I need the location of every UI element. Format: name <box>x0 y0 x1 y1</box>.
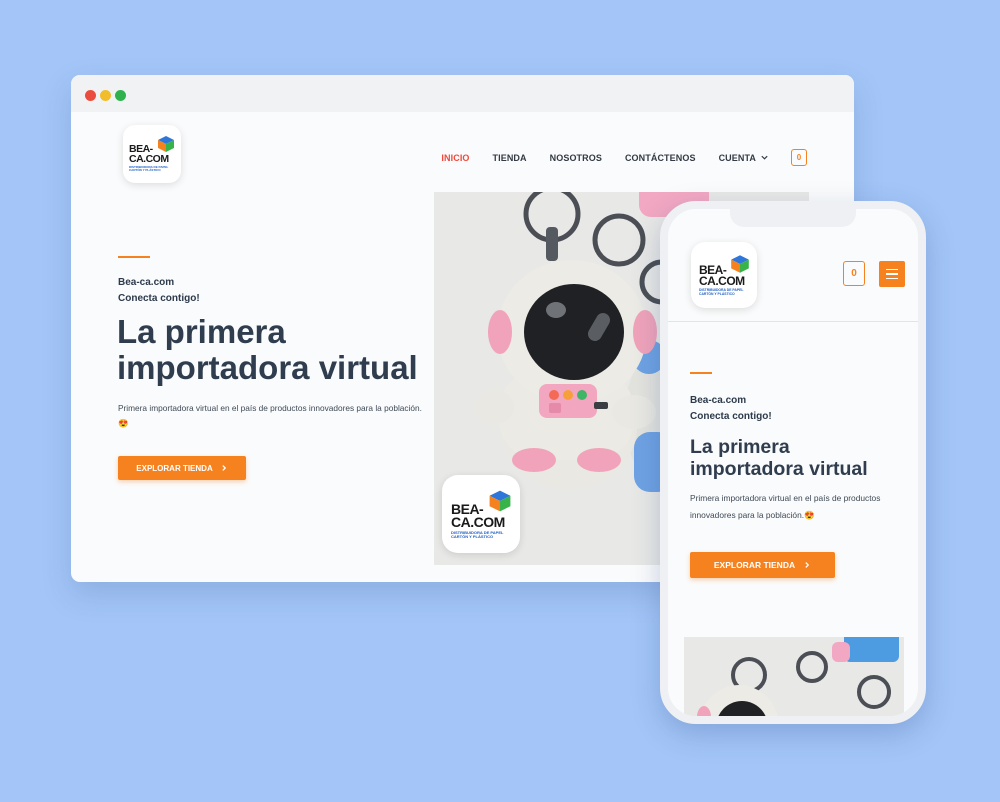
logo-tagline-2: CARTÓN Y PLÁSTICO <box>129 168 161 173</box>
logo-tagline: DISTRIBUIDORA DE PAPEL CARTÓN Y PLÁSTICO <box>129 165 168 173</box>
mobile-cart-count: 0 <box>851 268 857 279</box>
hero-tagline: Conecta contigo! <box>118 293 200 304</box>
mobile-hero-product-image <box>684 637 904 716</box>
logo-text-line2: CA.COM <box>129 153 169 165</box>
site-logo[interactable]: BEA- CA.COM DISTRIBUIDORA DE PAPEL CARTÓ… <box>123 125 181 183</box>
cart-count: 0 <box>796 153 802 162</box>
explore-store-label: EXPLORAR TIENDA <box>136 463 213 473</box>
chevron-right-icon <box>222 465 226 471</box>
mobile-logo-text-line2: CA.COM <box>699 274 745 288</box>
cube-logo-icon <box>158 136 174 152</box>
mobile-keychain-illustration <box>684 637 904 716</box>
mobile-header-divider <box>668 321 918 322</box>
mobile-logo-tagline: DISTRIBUIDORA DE PAPEL CARTÓN Y PLÁSTICO <box>699 288 743 296</box>
chevron-right-icon <box>805 562 810 568</box>
mobile-hero-description: Primera importadora virtual en el país d… <box>690 490 902 524</box>
hero-description: Primera importadora virtual en el país d… <box>118 401 438 431</box>
nav-item-inicio[interactable]: INICIO <box>441 153 469 163</box>
hero-site-name: Bea-ca.com <box>118 277 175 288</box>
hero-accent-line <box>118 256 150 258</box>
mobile-cart-icon[interactable]: 0 <box>843 261 865 286</box>
explore-store-button[interactable]: EXPLORAR TIENDA <box>118 456 246 480</box>
phone-notch <box>730 209 856 227</box>
hero-title: La primera importadora virtual <box>117 313 418 386</box>
mobile-logo-tagline-2: CARTÓN Y PLÁSTICO <box>699 291 735 296</box>
hamburger-icon[interactable] <box>879 261 905 287</box>
close-window-dot[interactable] <box>85 90 96 101</box>
minimize-window-dot[interactable] <box>100 90 111 101</box>
maximize-window-dot[interactable] <box>115 90 126 101</box>
nav-item-cuenta-label: CUENTA <box>718 152 756 163</box>
heart-eyes-emoji: 😍 <box>118 418 129 428</box>
hero-logo-badge: BEA- CA.COM DISTRIBUIDORA DE PAPEL CARTÓ… <box>442 475 520 553</box>
mobile-heart-eyes-emoji: 😍 <box>804 510 815 520</box>
cart-icon[interactable]: 0 <box>791 149 807 166</box>
mobile-hero-site-name: Bea-ca.com <box>690 395 747 406</box>
badge-logo-tagline: DISTRIBUIDORA DE PAPEL CARTÓN Y PLÁSTICO <box>451 530 503 540</box>
cube-logo-icon <box>731 255 749 273</box>
main-navigation: INICIO TIENDA NOSOTROS CONTÁCTENOS CUENT… <box>418 149 807 166</box>
hero-description-text: Primera importadora virtual en el país d… <box>118 403 422 413</box>
mobile-phone-mockup: BEA- CA.COM DISTRIBUIDORA DE PAPEL CARTÓ… <box>660 201 926 724</box>
mobile-hero-description-text: Primera importadora virtual en el país d… <box>690 493 881 520</box>
browser-titlebar <box>71 75 854 112</box>
nav-item-cuenta[interactable]: CUENTA <box>719 153 769 163</box>
mobile-hero-tagline: Conecta contigo! <box>690 411 772 422</box>
nav-item-nosotros[interactable]: NOSOTROS <box>550 153 602 163</box>
mobile-explore-store-button[interactable]: EXPLORAR TIENDA <box>690 552 835 578</box>
mobile-hero-accent-line <box>690 372 712 374</box>
badge-logo-tagline-2: CARTÓN Y PLÁSTICO <box>451 534 494 540</box>
nav-item-contactenos[interactable]: CONTÁCTENOS <box>625 153 696 163</box>
mobile-hero-title: La primera importadora virtual <box>690 436 868 480</box>
nav-item-tienda[interactable]: TIENDA <box>493 153 527 163</box>
cube-logo-icon <box>489 490 511 512</box>
mobile-explore-store-label: EXPLORAR TIENDA <box>713 560 796 570</box>
mobile-site-logo[interactable]: BEA- CA.COM DISTRIBUIDORA DE PAPEL CARTÓ… <box>691 242 757 308</box>
chevron-down-icon <box>761 155 768 160</box>
badge-logo-text-line2: CA.COM <box>451 514 505 530</box>
